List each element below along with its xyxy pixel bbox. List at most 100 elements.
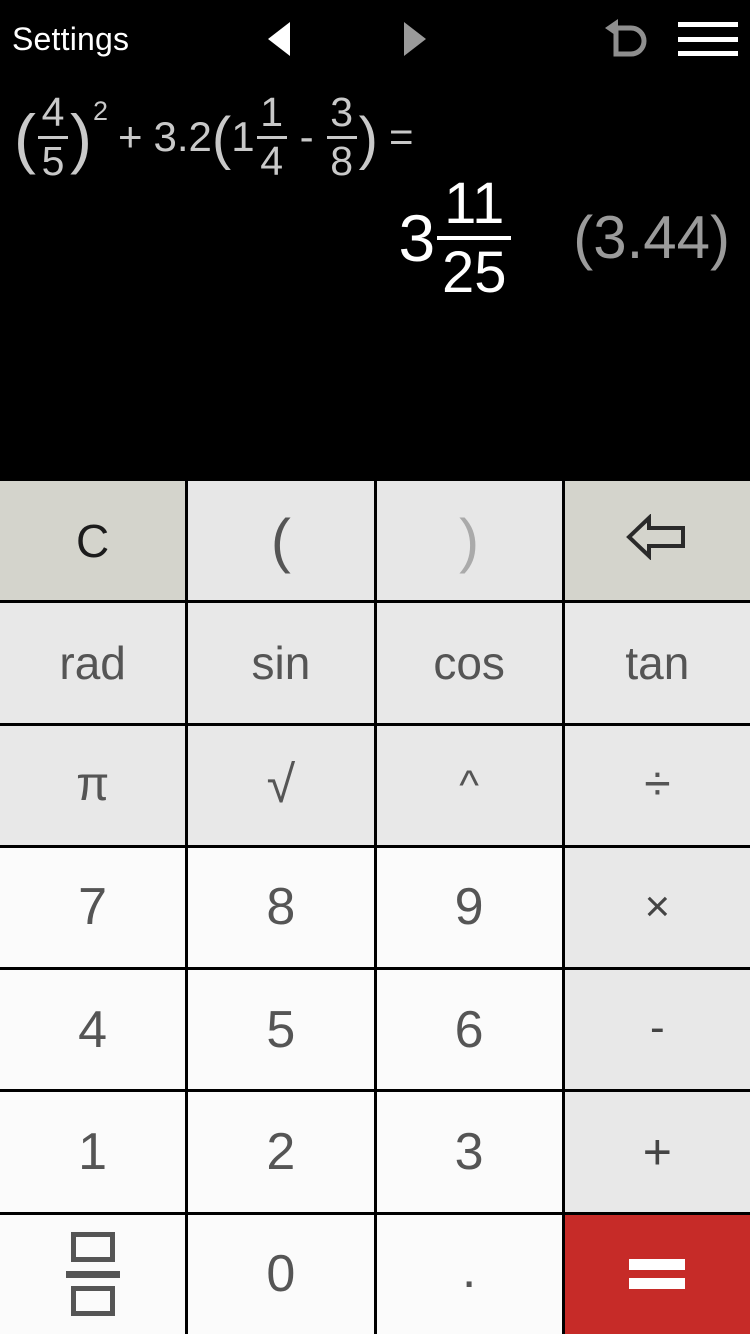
keypad-row: 1 2 3 + <box>0 1092 750 1215</box>
key-label: π <box>76 758 110 812</box>
undo-arrow-icon[interactable] <box>600 14 658 64</box>
key-label: ( <box>270 506 291 574</box>
expression-equals-sign: = <box>388 113 414 161</box>
key-label: 9 <box>454 878 484 937</box>
fraction-key[interactable] <box>0 1214 189 1334</box>
key-label: 5 <box>266 1000 296 1059</box>
fraction-numerator-box <box>70 1232 115 1263</box>
equals-bar-top <box>629 1259 686 1271</box>
subtract-key[interactable]: - <box>564 970 750 1090</box>
key-label: 2 <box>266 1123 296 1182</box>
expression-fraction-3: 3 8 <box>326 89 357 183</box>
key-label: C <box>76 514 110 567</box>
expression-open-paren-2: ( <box>211 105 232 171</box>
digit-1-key[interactable]: 1 <box>0 1092 189 1212</box>
keypad-row: rad sin cos tan <box>0 603 750 726</box>
expression-coefficient: 3.2 <box>153 113 212 161</box>
hamburger-line-3 <box>678 51 738 56</box>
key-label: 7 <box>78 878 108 937</box>
key-label: ^ <box>459 761 479 809</box>
equals-key[interactable] <box>564 1214 750 1334</box>
key-label: rad <box>59 636 126 689</box>
fraction-numerator: 4 <box>41 89 65 135</box>
key-label: ÷ <box>644 758 671 812</box>
undo-arrow-svg <box>605 19 647 57</box>
digit-9-key[interactable]: 9 <box>376 847 565 968</box>
expression-close-paren-2: ) <box>358 105 378 171</box>
digit-0-key[interactable]: 0 <box>188 1214 377 1334</box>
keypad-row: π √ ^ ÷ <box>0 725 750 848</box>
digit-3-key[interactable]: 3 <box>376 1092 565 1212</box>
key-label: 1 <box>78 1123 108 1182</box>
backspace-key[interactable] <box>564 481 750 601</box>
digit-2-key[interactable]: 2 <box>188 1092 377 1212</box>
triangle-left-icon[interactable] <box>268 22 290 56</box>
key-label: tan <box>625 636 690 689</box>
key-label: 4 <box>78 1000 108 1059</box>
fraction-numerator: 3 <box>330 89 354 135</box>
decimal-point-key[interactable]: . <box>376 1214 565 1334</box>
key-label: × <box>644 882 671 932</box>
digit-4-key[interactable]: 4 <box>0 970 189 1090</box>
expression-mixed-whole: 1 <box>231 113 255 161</box>
rad-key[interactable]: rad <box>0 603 189 723</box>
expression-exponent: 2 <box>92 96 108 126</box>
keypad-row: 0. <box>0 1214 750 1334</box>
key-label: - <box>650 1002 665 1052</box>
expression-line: ( 4 5 ) 2 + 3.2 ( 1 1 4 - 3 8) = <box>14 89 414 183</box>
key-label: + <box>642 1124 672 1181</box>
expression-fraction-1: 4 5 <box>37 89 68 183</box>
divide-key[interactable]: ÷ <box>564 725 750 845</box>
settings-button[interactable]: Settings <box>12 21 129 57</box>
hamburger-menu-icon[interactable] <box>678 22 738 56</box>
hamburger-line-2 <box>678 36 738 42</box>
key-label: ) <box>459 506 480 574</box>
result-line: 3 11 25 (3.44) <box>0 174 750 302</box>
key-label: 3 <box>454 1123 484 1182</box>
fraction-divider-bar <box>65 1270 120 1278</box>
expression-fraction-2: 1 4 <box>256 91 287 183</box>
result-whole-number: 3 <box>398 201 436 276</box>
close-paren-key[interactable]: ) <box>376 481 565 601</box>
key-label: sin <box>251 636 311 689</box>
sin-key[interactable]: sin <box>188 603 377 723</box>
backspace-arrow-icon <box>625 513 689 567</box>
pi-key[interactable]: π <box>0 725 189 845</box>
expression-plus-operator: + <box>118 113 143 161</box>
tan-key[interactable]: tan <box>564 603 750 723</box>
fraction-denominator-box <box>70 1286 115 1317</box>
power-key[interactable]: ^ <box>376 725 565 845</box>
clear-key[interactable]: C <box>0 481 189 601</box>
key-label: . <box>461 1241 477 1300</box>
key-label: 6 <box>454 1000 484 1059</box>
equals-icon <box>629 1259 686 1290</box>
sqrt-key[interactable]: √ <box>188 725 377 845</box>
equals-bar-bottom <box>629 1278 686 1290</box>
digit-6-key[interactable]: 6 <box>376 970 565 1090</box>
calculator-app: Settings ( 4 5 ) 2 + 3.2 (1 1 4 - 3 8)… <box>0 0 750 1334</box>
fraction-template-icon <box>65 1232 120 1317</box>
hamburger-line-1 <box>678 22 738 27</box>
result-fraction: 11 25 <box>437 171 512 306</box>
expression-open-paren: ( <box>14 101 36 176</box>
triangle-right-icon[interactable] <box>404 22 426 56</box>
keypad: C () rad sin cos tan π √ ^ ÷ 7 8 9 × 4 5 6 - 1 2 3 +0. <box>0 478 750 1334</box>
fraction-numerator: 11 <box>444 171 505 236</box>
key-label: √ <box>266 756 296 815</box>
top-bar: Settings <box>0 0 750 78</box>
result-exact-value: 3 11 25 <box>399 174 512 302</box>
cos-key[interactable]: cos <box>376 603 565 723</box>
add-key[interactable]: + <box>564 1092 750 1212</box>
multiply-key[interactable]: × <box>564 847 750 968</box>
keypad-row: C () <box>0 481 750 604</box>
expression-minus-operator: - <box>299 113 314 161</box>
fraction-denominator: 25 <box>441 240 507 306</box>
result-decimal-value: (3.44) <box>573 204 730 272</box>
keypad-row: 4 5 6 - <box>0 970 750 1093</box>
expression-close-paren: ) <box>69 101 92 176</box>
calculator-display[interactable]: ( 4 5 ) 2 + 3.2 ( 1 1 4 - 3 8) = 3 11 2… <box>0 78 750 478</box>
digit-5-key[interactable]: 5 <box>188 970 377 1090</box>
digit-8-key[interactable]: 8 <box>188 847 377 968</box>
digit-7-key[interactable]: 7 <box>0 847 189 968</box>
open-paren-key[interactable]: ( <box>188 481 377 601</box>
